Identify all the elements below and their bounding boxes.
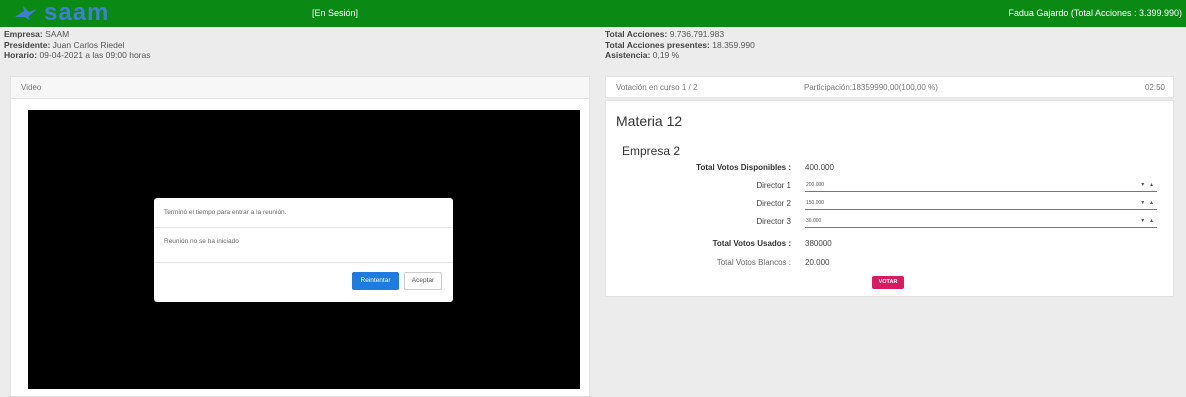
video-panel-title: Video [11,77,589,99]
acciones-presentes-row: Total Acciones presentes: 18.359.990 [605,40,755,51]
blank-votes-label: Total Votos Blancos : [716,258,791,267]
presidente-row: Presidente: Juan Carlos Riedel [4,40,151,51]
director-1-label: Director 1 [756,181,791,190]
total-acciones-value: 9.736.791.983 [669,29,725,39]
dialog-message: Terminó el tiempo para entrar a la reuni… [154,198,453,228]
empresa-value: SAAM [45,29,70,39]
presidente-label: Presidente: [4,39,51,50]
asistencia-label: Asistencia: [605,50,651,60]
shares-info: Total Acciones: 9.736.791.983 Total Acci… [605,29,755,61]
logo: saam [14,0,110,26]
empresa-label: Empresa: [4,29,43,39]
vote-button[interactable]: VOTAR [872,276,904,289]
asistencia-value: 0,19 % [652,50,680,60]
director-1-value: 200.000 [806,182,825,188]
total-acciones-label: Total Acciones: [605,29,668,39]
spinner-icon[interactable]: ▾ ▴ [1141,217,1155,224]
acciones-presentes-value: 18.359.990 [712,39,755,50]
director-2-input[interactable]: 150.000 ▾ ▴ [805,198,1157,210]
empresa-title: Empresa 2 [622,144,681,158]
vote-panel-header: Votación en curso 1 / 2 Participación:18… [605,76,1174,98]
asistencia-row: Asistencia: 0,19 % [605,50,755,61]
session-status: [En Sesión] [312,8,359,18]
director-3-input[interactable]: 30.000 ▾ ▴ [805,216,1157,228]
director-3-label: Director 3 [756,217,791,226]
accept-button[interactable]: Aceptar [404,272,442,290]
video-player[interactable]: Terminó el tiempo para entrar a la reuni… [28,110,580,389]
total-acciones-row: Total Acciones: 9.736.791.983 [605,29,755,40]
timeout-dialog: Terminó el tiempo para entrar a la reuni… [154,198,453,302]
retry-button[interactable]: Reintentar [352,272,399,290]
vote-panel: Materia 12 Empresa 2 Total Votos Disponi… [605,100,1174,297]
presidente-value: Juan Carlos Riedel [52,39,125,50]
participation: Participación:18359990,00(100,00 %) [804,83,938,92]
horario-row: Horario: 09-04-2021 a las 09:00 horas [4,50,151,61]
dialog-footer: Reintentar Aceptar [154,263,453,302]
video-panel: Video Terminó el tiempo para entrar a la… [10,76,590,397]
director-2-value: 150.000 [806,200,825,206]
blank-votes-value: 20.000 [805,258,830,267]
director-2-label: Director 2 [756,199,791,208]
spinner-icon[interactable]: ▾ ▴ [1141,181,1155,188]
used-votes-label: Total Votos Usados : [712,239,791,248]
dialog-body: Reunión no se ha iniciado [154,228,453,263]
user-info: Fadua Gajardo (Total Acciones : 3.399.99… [1008,8,1182,18]
empresa-row: Empresa: SAAM [4,29,151,40]
director-3-value: 30.000 [806,218,822,224]
spinner-icon[interactable]: ▾ ▴ [1141,199,1155,206]
available-votes-label: Total Votos Disponibles : [696,163,791,172]
top-bar: saam [En Sesión] Fadua Gajardo (Total Ac… [0,0,1186,27]
countdown-timer: 02:50 [1144,83,1165,92]
meeting-info: Empresa: SAAM Presidente: Juan Carlos Ri… [4,29,151,61]
director-1-input[interactable]: 200.000 ▾ ▴ [805,180,1157,192]
acciones-presentes-label: Total Acciones presentes: [605,39,710,50]
used-votes-value: 380000 [805,239,832,248]
available-votes-value: 400.000 [805,163,834,172]
vote-status: Votación en curso 1 / 2 [616,83,698,92]
logo-text: saam [44,0,110,26]
horario-label: Horario: [4,50,38,60]
materia-title: Materia 12 [616,113,683,129]
horario-value: 09-04-2021 a las 09:00 horas [39,50,151,60]
logo-bird-icon [14,5,38,21]
